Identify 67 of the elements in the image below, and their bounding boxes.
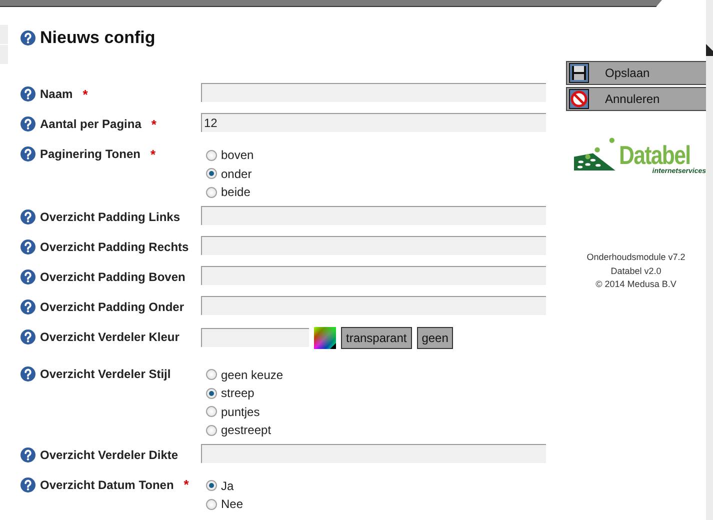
text-field[interactable]: 12 — [201, 113, 546, 132]
field-label: Aantal per Pagina — [40, 117, 142, 131]
help-icon[interactable] — [20, 328, 36, 344]
footer-text: Onderhoudsmodule v7.2 — [586, 251, 686, 264]
help-icon[interactable] — [20, 366, 36, 382]
required-mark: * — [150, 146, 156, 162]
option-button[interactable]: geen — [416, 326, 454, 348]
save-button[interactable]: Opslaan — [566, 61, 706, 85]
help-icon[interactable] — [20, 298, 36, 314]
help-icon[interactable] — [20, 86, 36, 102]
radio-label[interactable]: geen keuze — [221, 368, 284, 382]
radio-label[interactable]: gestreept — [221, 423, 272, 438]
radio-label[interactable]: streep — [221, 386, 254, 400]
text-field[interactable] — [201, 236, 546, 254]
help-icon[interactable] — [20, 476, 36, 492]
field-label: Overzicht Padding Rechts — [40, 240, 189, 254]
footer-text: © 2014 Medusa B.V — [596, 278, 676, 291]
field-label: Overzicht Datum Tonen — [40, 478, 174, 492]
radio-button[interactable] — [206, 480, 217, 492]
field-label: Overzicht Padding Onder — [40, 300, 184, 314]
field-label: Overzicht Padding Boven — [40, 270, 186, 284]
field-label: Overzicht Padding Links — [40, 210, 180, 224]
radio-label[interactable]: Nee — [221, 497, 244, 512]
help-icon[interactable] — [20, 238, 36, 254]
floppy-disk-icon — [569, 63, 589, 83]
field-label: Paginering Tonen — [40, 147, 140, 161]
field-label: Overzicht Verdeler Stijl — [40, 366, 171, 380]
radio-button[interactable] — [206, 150, 217, 161]
radio-label[interactable]: Ja — [221, 478, 234, 493]
cancel-button[interactable]: Annuleren — [566, 87, 706, 111]
help-icon[interactable] — [20, 208, 36, 224]
radio-button[interactable] — [206, 388, 217, 399]
radio-label[interactable]: beide — [221, 185, 250, 200]
radio-button[interactable] — [206, 424, 217, 436]
corner-arrow-icon — [706, 44, 713, 56]
radio-label[interactable]: onder — [221, 166, 252, 181]
scrollbar[interactable] — [706, 0, 713, 520]
color-picker-icon[interactable] — [314, 326, 336, 348]
page-title: Nieuws config — [40, 28, 156, 48]
help-icon[interactable] — [20, 30, 36, 46]
no-entry-icon — [569, 89, 589, 109]
color-field[interactable] — [201, 328, 309, 347]
required-mark: * — [184, 477, 189, 492]
text-field[interactable] — [201, 83, 546, 102]
text-field[interactable] — [201, 444, 546, 462]
logo-name: Databel — [619, 143, 690, 167]
field-label: Naam — [40, 87, 73, 101]
radio-button[interactable] — [206, 186, 217, 198]
help-icon[interactable] — [20, 146, 36, 162]
text-field[interactable] — [201, 266, 546, 284]
required-mark: * — [151, 116, 156, 132]
radio-button[interactable] — [206, 168, 217, 180]
footer-text: Databel v2.0 — [610, 264, 662, 278]
option-button[interactable]: transparant — [341, 326, 412, 348]
field-label: Overzicht Verdeler Kleur — [40, 330, 180, 344]
text-field[interactable] — [201, 296, 546, 314]
required-mark: * — [82, 86, 88, 102]
radio-label[interactable]: puntjes — [221, 404, 260, 419]
radio-button[interactable] — [206, 406, 217, 418]
field-label: Overzicht Verdeler Dikte — [40, 448, 178, 462]
help-icon[interactable] — [20, 116, 36, 132]
radio-button[interactable] — [206, 369, 217, 380]
radio-label[interactable]: boven — [221, 148, 254, 162]
help-icon[interactable] — [20, 446, 36, 462]
radio-button[interactable] — [206, 498, 217, 510]
text-field[interactable] — [201, 206, 546, 224]
help-icon[interactable] — [20, 268, 36, 284]
